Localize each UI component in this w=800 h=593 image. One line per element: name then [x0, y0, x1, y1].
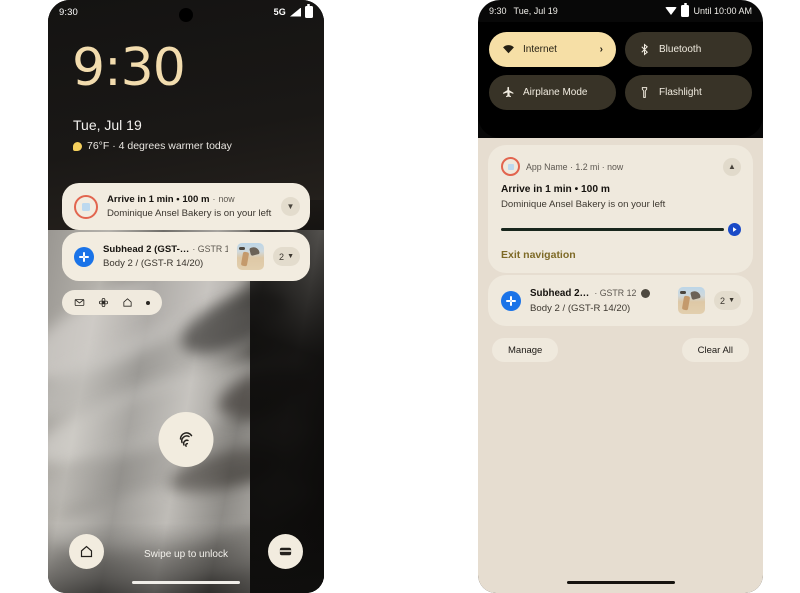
maps-icon: [501, 157, 520, 176]
screenshot-stage: 9:30 5G 9:30 Tue, Jul 19 76°F · 4 degree…: [0, 0, 800, 593]
airplane-icon: [503, 86, 514, 98]
photos-pinwheel-icon[interactable]: [98, 297, 109, 308]
quick-tile-label: Flashlight: [659, 87, 702, 98]
manage-button[interactable]: Manage: [492, 338, 559, 362]
notification-meta: ·: [212, 194, 216, 204]
collapse-chevron-icon[interactable]: ▲: [723, 157, 741, 176]
status-date: Tue, Jul 19: [513, 6, 558, 16]
right-status-bar: 9:30 Tue, Jul 19 Until 10:00 AM: [478, 0, 763, 22]
beach-photo-thumbnail: [237, 243, 265, 270]
notification-card-navigation[interactable]: Arrive in 1 min • 100 m · now Dominique …: [62, 183, 310, 230]
notification-card-photos[interactable]: Subhead 2 (GST-… · GSTR 12 Body 2 / (GST…: [62, 232, 310, 281]
notification-title: Subhead 2 (GST-…: [103, 244, 190, 255]
photos-icon: [501, 290, 521, 311]
quick-tile-label: Airplane Mode: [523, 87, 588, 98]
gmail-icon[interactable]: [74, 297, 85, 308]
notification-title: Arrive in 1 min • 100 m: [501, 184, 610, 195]
status-time: 9:30: [489, 6, 507, 16]
lockscreen-weather: 76°F · 4 degrees warmer today: [73, 140, 232, 152]
photos-icon: [74, 246, 94, 267]
beach-photo-thumbnail: [678, 287, 706, 314]
battery-estimate-text: Until 10:00 AM: [693, 6, 752, 16]
group-count-label: 2: [720, 295, 726, 306]
wifi-icon: [503, 45, 514, 54]
notification-group-count[interactable]: 2 ▼: [714, 291, 741, 310]
navigation-progress-bar[interactable]: [501, 223, 741, 236]
quick-tile-label: Bluetooth: [659, 44, 702, 55]
signal-bars-icon: [290, 7, 301, 17]
fingerprint-icon[interactable]: [158, 412, 214, 467]
home-icon[interactable]: [122, 297, 133, 308]
quick-tile-airplane-mode[interactable]: Airplane Mode: [489, 75, 616, 110]
notification-card-photos[interactable]: Subhead 2… · GSTR 12 Body 2 / (GST-R 14/…: [488, 275, 753, 326]
group-badge-icon: [641, 288, 651, 298]
bluetooth-icon: [641, 43, 648, 56]
notification-title: Arrive in 1 min • 100 m: [107, 194, 210, 205]
notification-body: Dominique Ansel Bakery is on your left: [107, 208, 272, 219]
notification-body: Dominique Ansel Bakery is on your left: [501, 199, 666, 210]
notification-body: Body 2 / (GST-R 14/20): [530, 302, 631, 314]
weather-text: 76°F · 4 degrees warmer today: [87, 140, 232, 152]
chevron-down-icon: ▼: [728, 297, 735, 304]
play-icon[interactable]: [728, 223, 741, 236]
notification-header: App Name · 1.2 mi · now: [526, 161, 624, 172]
camera-punch-hole: [179, 8, 193, 22]
notification-group-count[interactable]: 2 ▼: [273, 247, 300, 266]
clear-all-button[interactable]: Clear All: [681, 338, 749, 362]
lockscreen-clock: 9:30: [72, 38, 186, 98]
left-notification-stack: Arrive in 1 min • 100 m · now Dominique …: [62, 183, 310, 315]
more-dot-icon[interactable]: [145, 300, 150, 305]
notification-footer-buttons: Manage Clear All: [488, 338, 753, 362]
battery-full-icon: [305, 4, 313, 18]
lockscreen-date: Tue, Jul 19: [73, 117, 142, 133]
notification-time: now: [218, 194, 235, 204]
expand-chevron-icon[interactable]: ▼: [281, 197, 300, 216]
home-gesture-bar[interactable]: [132, 581, 240, 584]
notification-body: Body 2 / (GST-R 14/20): [103, 258, 204, 269]
progress-track: [501, 228, 724, 231]
network-label: 5G: [273, 7, 286, 17]
phone-left-lockscreen: 9:30 5G 9:30 Tue, Jul 19 76°F · 4 degree…: [48, 0, 324, 593]
phone-right-notification-shade: Internet › Bluetooth Airplane Mode Flash…: [478, 0, 763, 593]
home-gesture-bar[interactable]: [566, 581, 675, 584]
quick-tile-bluetooth[interactable]: Bluetooth: [625, 32, 752, 67]
notification-meta: · GSTR 12: [594, 288, 637, 298]
maps-icon: [74, 194, 98, 219]
exit-navigation-action[interactable]: Exit navigation: [501, 249, 741, 261]
notification-card-navigation-expanded[interactable]: App Name · 1.2 mi · now ▲ Arrive in 1 mi…: [488, 145, 753, 273]
wifi-icon: [665, 7, 678, 15]
sun-icon: [73, 141, 82, 151]
quick-tile-label: Internet: [523, 44, 557, 55]
chevron-right-icon[interactable]: ›: [600, 44, 603, 55]
right-notification-list: App Name · 1.2 mi · now ▲ Arrive in 1 mi…: [488, 145, 753, 362]
notification-meta: · GSTR 12: [192, 244, 229, 254]
flashlight-icon: [641, 87, 648, 98]
notification-title: Subhead 2…: [530, 287, 590, 299]
group-count-label: 2: [279, 251, 285, 262]
quick-settings-panel: Internet › Bluetooth Airplane Mode Flash…: [478, 22, 763, 138]
chevron-down-icon: ▼: [287, 253, 294, 260]
battery-full-icon: [681, 3, 690, 17]
lockscreen-app-chip-row[interactable]: [62, 290, 162, 315]
status-time: 9:30: [59, 6, 78, 18]
quick-tile-flashlight[interactable]: Flashlight: [625, 75, 752, 110]
swipe-up-hint: Swipe up to unlock: [144, 549, 228, 560]
quick-tile-internet[interactable]: Internet ›: [489, 32, 616, 67]
